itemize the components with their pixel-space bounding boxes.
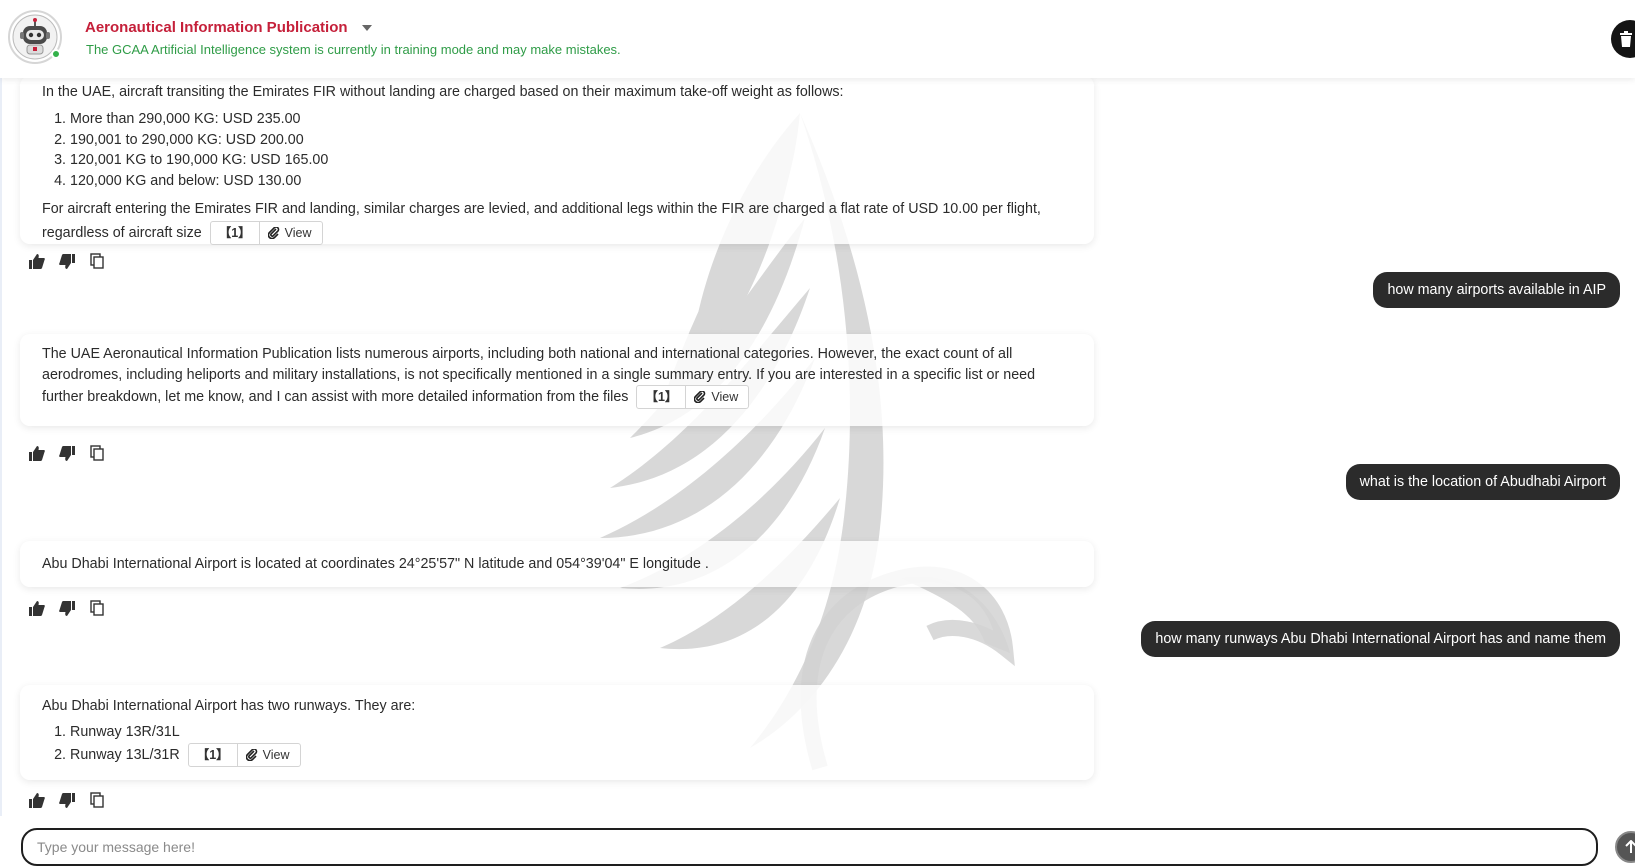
bot-message: In the UAE, aircraft transiting the Emir…: [20, 76, 1094, 246]
copy-icon[interactable]: [88, 791, 106, 809]
message-actions: [28, 444, 106, 462]
list-item: 120,001 KG to 190,000 KG: USD 165.00: [70, 150, 1072, 171]
citation-view-button[interactable]: View: [260, 221, 322, 245]
thumbs-up-icon[interactable]: [28, 252, 46, 270]
charges-list: More than 290,000 KG: USD 235.00 190,001…: [42, 109, 1072, 191]
citation-chip: 【1】 View: [209, 221, 323, 246]
bot-avatar: [8, 10, 62, 64]
message-input[interactable]: [23, 830, 1596, 864]
app-title: Aeronautical Information Publication: [85, 19, 348, 36]
thumbs-down-icon[interactable]: [58, 444, 76, 462]
thumbs-up-icon[interactable]: [28, 444, 46, 462]
copy-icon[interactable]: [88, 444, 106, 462]
message-actions: [28, 252, 106, 270]
bot-message: Abu Dhabi International Airport has two …: [20, 685, 1094, 780]
message-actions: [28, 791, 106, 809]
thumbs-down-icon[interactable]: [58, 791, 76, 809]
bot-message: Abu Dhabi International Airport is locat…: [20, 541, 1094, 587]
user-message: how many airports available in AIP: [1373, 272, 1620, 308]
citation-number: 【1】: [637, 386, 687, 408]
message-text: Abu Dhabi International Airport is locat…: [42, 556, 709, 572]
message-text: Abu Dhabi International Airport has two …: [42, 698, 416, 714]
message-input-container: [21, 828, 1598, 866]
user-message: what is the location of Abudhabi Airport: [1345, 464, 1620, 500]
citation-number: 【1】: [211, 222, 260, 245]
thumbs-down-icon[interactable]: [58, 599, 76, 617]
chevron-down-icon[interactable]: [361, 24, 372, 31]
citation-view-button[interactable]: View: [686, 387, 748, 408]
arrow-up-icon: [1625, 840, 1635, 853]
copy-icon[interactable]: [88, 599, 106, 617]
list-item: More than 290,000 KG: USD 235.00: [70, 109, 1072, 130]
message-text: In the UAE, aircraft transiting the Emir…: [42, 84, 844, 100]
paperclip-icon: [245, 749, 257, 762]
copy-icon[interactable]: [88, 252, 106, 270]
chat-header: Aeronautical Information Publication The…: [0, 0, 1635, 78]
thumbs-down-icon[interactable]: [58, 252, 76, 270]
citation-chip: 【1】 View: [636, 385, 750, 409]
bot-message: The UAE Aeronautical Information Publica…: [20, 334, 1094, 426]
online-status-dot: [51, 49, 61, 59]
paperclip-icon: [267, 227, 279, 240]
list-item: Runway 13R/31L: [70, 721, 1072, 743]
clear-chat-button[interactable]: [1611, 20, 1635, 58]
list-item: 190,001 to 290,000 KG: USD 200.00: [70, 130, 1072, 151]
chat-thread: In the UAE, aircraft transiting the Emir…: [0, 76, 1635, 816]
citation-view-button[interactable]: View: [238, 743, 300, 767]
citation-number: 【1】: [189, 744, 238, 767]
paperclip-icon: [694, 391, 706, 403]
thumbs-up-icon[interactable]: [28, 791, 46, 809]
thumbs-up-icon[interactable]: [28, 599, 46, 617]
citation-chip: 【1】 View: [187, 743, 301, 768]
user-message: how many runways Abu Dhabi International…: [1141, 621, 1620, 657]
message-actions: [28, 599, 106, 617]
runway-list: Runway 13R/31L Runway 13L/31R 【1】View: [42, 721, 1072, 768]
trash-icon: [1620, 31, 1632, 47]
list-item: 120,000 KG and below: USD 130.00: [70, 171, 1072, 192]
training-mode-notice: The GCAA Artificial Intelligence system …: [86, 42, 621, 57]
list-item: Runway 13L/31R: [70, 747, 180, 763]
message-text: For aircraft entering the Emirates FIR a…: [42, 201, 1041, 241]
message-text: The UAE Aeronautical Information Publica…: [42, 346, 1036, 405]
